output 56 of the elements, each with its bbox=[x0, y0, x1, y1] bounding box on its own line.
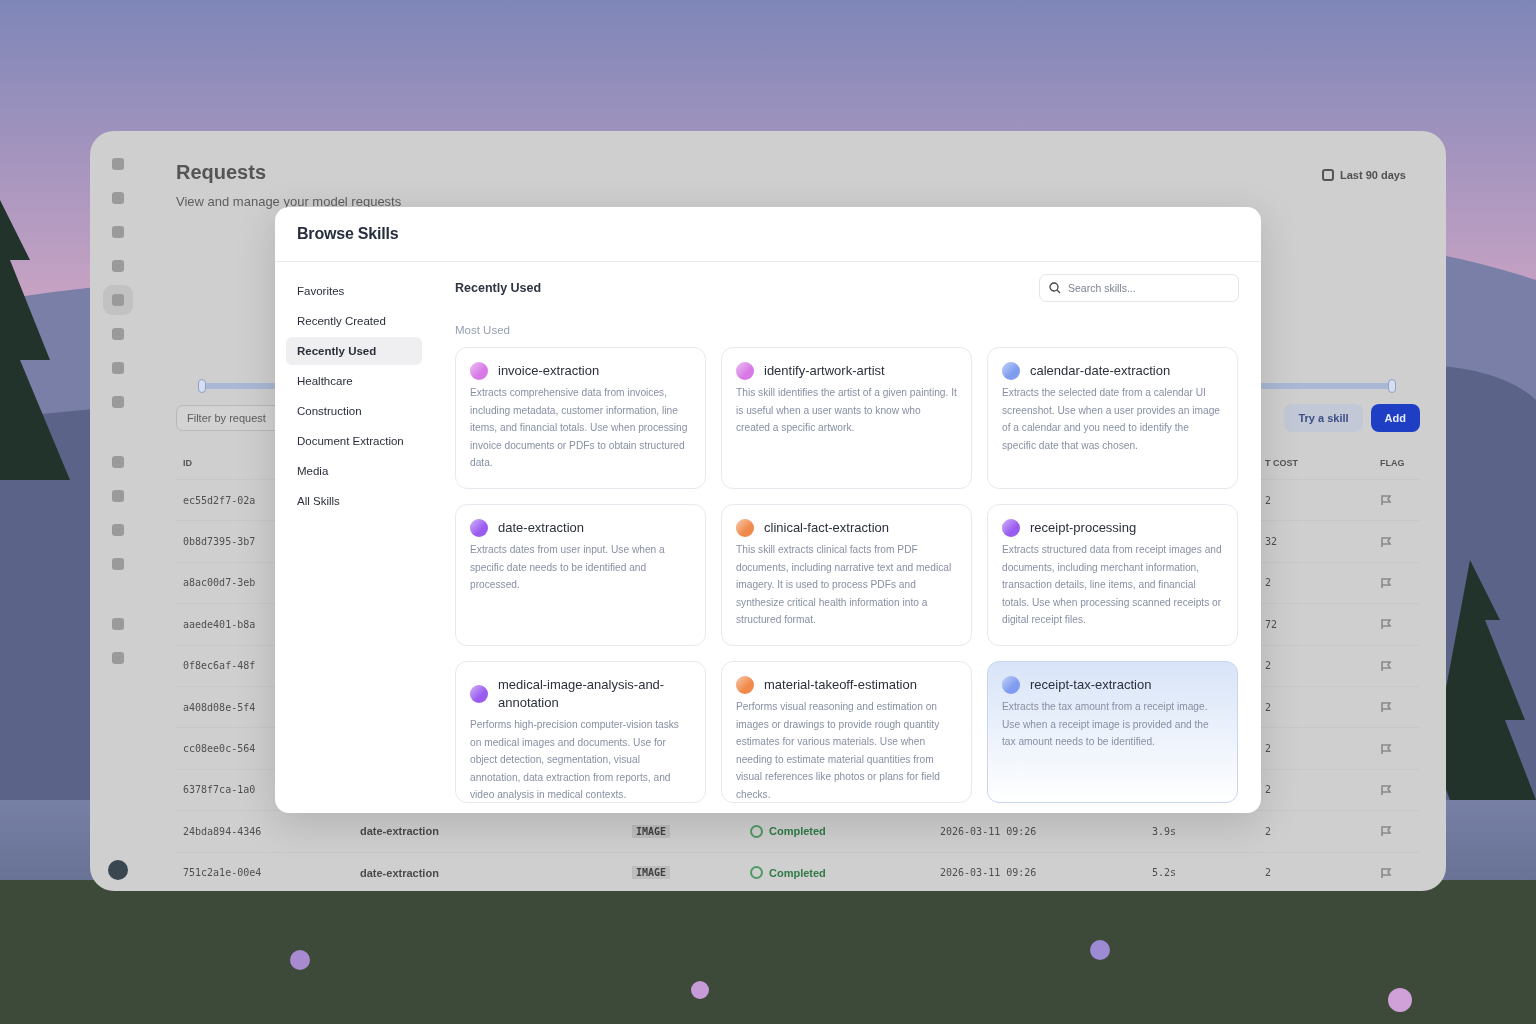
skill-name: calendar-date-extraction bbox=[1030, 362, 1171, 380]
skill-description: Extracts comprehensive data from invoices, including metadata, customer information, line items, and financial totals. Use when processing invoice documents or PDFs to obtain structured data. bbox=[470, 386, 689, 470]
table-cell: 2 bbox=[1265, 577, 1272, 589]
table-cell: 2026-03-11 09:26 bbox=[940, 825, 1037, 837]
table-cell: 3.9s bbox=[1152, 825, 1177, 837]
status-label: Completed bbox=[750, 866, 826, 880]
table-cell: 2026-03-11 09:26 bbox=[940, 867, 1037, 879]
dialog-title: Browse Skills bbox=[297, 225, 399, 243]
skill-name: invoice-extraction bbox=[498, 362, 600, 380]
table-cell: 72 bbox=[1265, 618, 1278, 630]
table-cell: 24bda894-4346 bbox=[183, 825, 262, 837]
skill-name: identify-artwork-artist bbox=[764, 362, 885, 380]
skill-description: Extracts dates from user input. Use when a specific date needs to be identified and processed. bbox=[470, 543, 666, 592]
table-cell: 2 bbox=[1265, 660, 1272, 672]
page-title: Requests bbox=[176, 161, 268, 184]
table-cell: 0b8d7395-3b7 bbox=[183, 536, 256, 548]
table-cell: date-extraction bbox=[360, 825, 439, 838]
table-cell: date-extraction bbox=[360, 866, 439, 879]
skill-description: Extracts the tax amount from a receipt image. Use when a receipt image is provided and the tax amount needs to be identified. bbox=[1002, 700, 1210, 749]
table-cell: 2 bbox=[1265, 825, 1272, 837]
section-heading: Recently Used bbox=[455, 281, 542, 295]
table-cell: aaede401-b8a bbox=[183, 618, 256, 630]
table-cell: 2 bbox=[1265, 494, 1272, 506]
table-cell: 2 bbox=[1265, 784, 1272, 796]
table-cell: a408d08e-5f4 bbox=[183, 701, 256, 713]
table-cell: 751c2a1e-00e4 bbox=[183, 867, 262, 879]
table-cell: 2 bbox=[1265, 701, 1272, 713]
skill-description: Extracts structured data from receipt images and documents, including merchant information, transaction details, line items, and financial totals. Use when processing scanned receipts or digital receipt files. bbox=[1002, 543, 1223, 627]
status-label: Completed bbox=[750, 824, 826, 838]
section-label: Most Used bbox=[455, 324, 511, 336]
type-tag: IMAGE bbox=[632, 824, 671, 838]
skill-name: medical-image-analysis-and-annotation bbox=[498, 676, 666, 712]
column-header: T COST bbox=[1265, 458, 1298, 468]
skill-name: material-takeoff-estimation bbox=[764, 676, 917, 694]
skill-name: clinical-fact-extraction bbox=[764, 519, 889, 537]
type-tag: IMAGE bbox=[632, 866, 671, 880]
skill-description: This skill extracts clinical facts from PDF documents, including narrative text and medical imagery. It is used to process PDFs and synthesize critical health information into a structured format. bbox=[736, 543, 953, 627]
table-cell: 2 bbox=[1265, 743, 1272, 755]
column-header: ID bbox=[183, 458, 192, 468]
table-cell: a8ac00d7-3eb bbox=[183, 577, 256, 589]
skill-name: receipt-tax-extraction bbox=[1030, 676, 1152, 694]
skill-name: receipt-processing bbox=[1030, 519, 1137, 537]
skill-description: Extracts the selected date from a calendar UI screenshot. Use when a user provides an image of a calendar and you need to identify the specific date that was chosen. bbox=[1002, 386, 1222, 453]
skill-description: Performs visual reasoning and estimation on images or drawings to provide rough quantity estimates for various materials. Use when needing to estimate material quantities from visual references like photos or plans for field checks. bbox=[736, 700, 941, 802]
table-cell: 0f8ec6af-48f bbox=[183, 660, 256, 672]
page-subtitle: View and manage your model requests bbox=[176, 194, 402, 209]
column-header: FLAG bbox=[1380, 458, 1405, 468]
table-cell: 32 bbox=[1265, 536, 1278, 548]
table-cell: 2 bbox=[1265, 867, 1272, 879]
table-cell: ec55d2f7-02a bbox=[183, 494, 256, 506]
skill-name: date-extraction bbox=[498, 519, 584, 537]
skill-description: Performs high-precision computer-vision tasks on medical images and documents. Use for object detection, segmentation, visual annotation, data extraction from reports, and video analysis in medical contexts. bbox=[470, 718, 680, 802]
table-cell: cc08ee0c-564 bbox=[183, 743, 256, 755]
skill-description: This skill identifies the artist of a given painting. It is useful when a user wants to know who created a specific artwork. bbox=[736, 386, 957, 435]
table-cell: 6378f7ca-1a0 bbox=[183, 784, 256, 796]
table-cell: 5.2s bbox=[1152, 867, 1177, 879]
